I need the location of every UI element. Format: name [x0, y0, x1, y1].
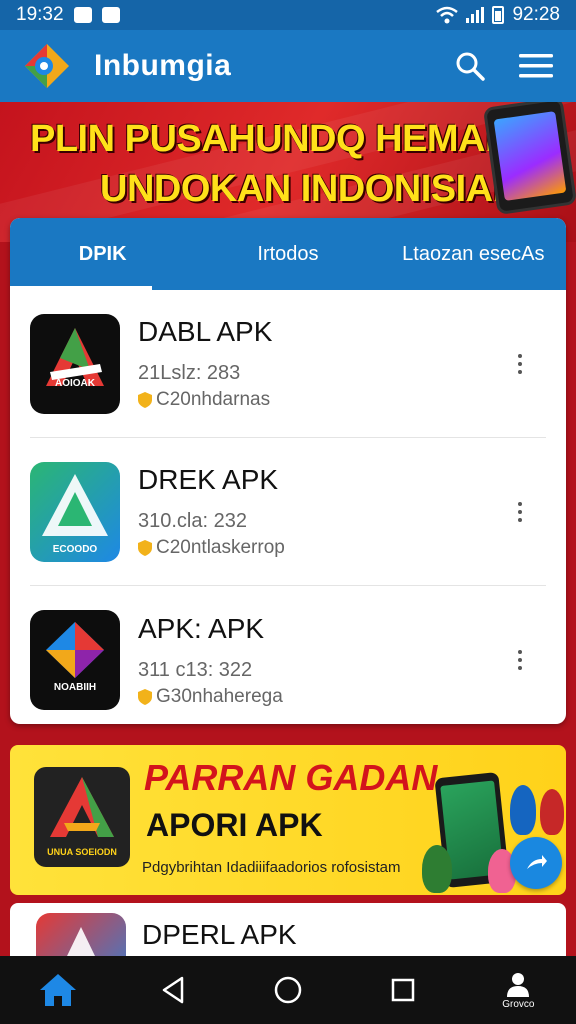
shield-icon	[138, 392, 152, 408]
back-icon	[162, 976, 184, 1004]
promo-icon-text: UNUA SOEIODN	[47, 847, 117, 857]
profile-icon	[507, 972, 530, 997]
app-title: Inbumgia	[94, 49, 232, 82]
nav-home-circle-button[interactable]	[258, 960, 318, 1020]
notification-icon	[73, 7, 92, 23]
more-options-button[interactable]	[508, 344, 532, 384]
partial-list-item[interactable]: DPERL APK	[10, 903, 566, 963]
apk-logo-icon	[46, 622, 104, 678]
home-icon	[39, 974, 76, 1006]
promo-banner[interactable]: UNUA SOEIODN PARRAN GADAN APORI APK Pdgy…	[10, 745, 566, 895]
search-button[interactable]	[452, 48, 488, 84]
list-item[interactable]: NOABIIH APK: APK 311 c13: 322 G30nhahere…	[30, 586, 546, 724]
app-icon-text: NOABIIH	[53, 682, 97, 693]
promo-person-illustration	[510, 785, 536, 835]
menu-icon	[519, 54, 553, 78]
app-name: DABL APK	[138, 316, 273, 347]
more-options-button[interactable]	[508, 492, 532, 532]
app-icon: ECOODO	[30, 461, 120, 562]
shield-icon	[138, 540, 152, 556]
app-logo-icon	[25, 44, 69, 88]
app-developer: C20ntlaskerrop	[156, 537, 285, 558]
promo-subtitle: APORI APK	[146, 807, 323, 843]
app-list-card: DPIK Irtodos Ltaozan esecAs AOIOAK DABL …	[10, 218, 566, 724]
recents-icon	[391, 978, 415, 1002]
app-icon-text: AOIOAK	[55, 377, 95, 389]
tab-dpik[interactable]: DPIK	[10, 218, 195, 290]
nav-profile-button[interactable]: Grovco	[488, 960, 548, 1020]
app-icon-text: ECOODO	[52, 543, 98, 555]
bottom-navigation: Grovco	[0, 956, 576, 1024]
message-icon	[101, 7, 120, 23]
promo-description: Pdgybrihtan Idadiiifaadorios rofosistam	[142, 859, 401, 876]
nav-home-button[interactable]	[28, 960, 88, 1020]
promo-person-illustration	[540, 789, 564, 835]
app-list: AOIOAK DABL APK 21Lslz: 283 C20nhdarnas	[10, 290, 566, 724]
status-bar: 19:32 92:28	[0, 0, 576, 30]
app-meta: 21Lslz: 283	[138, 362, 241, 384]
tab-ltaozan[interactable]: Ltaozan esecAs	[381, 218, 566, 290]
banner-phone-illustration	[482, 102, 576, 216]
status-time-right: 92:28	[512, 4, 560, 25]
app-icon: NOABIIH	[30, 610, 120, 710]
promo-person-illustration	[422, 845, 452, 893]
more-options-button[interactable]	[508, 640, 532, 680]
app-bar: Inbumgia	[0, 30, 576, 102]
tab-bar: DPIK Irtodos Ltaozan esecAs	[10, 218, 566, 290]
search-icon	[456, 52, 485, 81]
banner-headline: PLIN PUSAHUNDQ HEMAN	[30, 118, 512, 160]
app-name: DREK APK	[138, 464, 279, 495]
nav-recents-button[interactable]	[373, 960, 433, 1020]
nav-profile-label: Grovco	[502, 998, 535, 1010]
shield-icon	[138, 688, 152, 705]
menu-button[interactable]	[518, 48, 554, 84]
app-meta: 311 c13: 322	[138, 658, 253, 681]
app-icon: AOIOAK	[30, 313, 120, 414]
list-item[interactable]: AOIOAK DABL APK 21Lslz: 283 C20nhdarnas	[30, 290, 546, 438]
app-name: DPERL APK	[142, 919, 297, 950]
nav-back-button[interactable]	[143, 960, 203, 1020]
share-fab-button[interactable]	[510, 837, 562, 889]
wifi-icon	[436, 6, 459, 24]
status-time-left: 19:32	[16, 4, 64, 25]
tab-irtodos[interactable]: Irtodos	[195, 218, 380, 290]
dabl-logo-icon	[46, 327, 104, 386]
list-item[interactable]: ECOODO DREK APK 310.cla: 232 C20ntlasker…	[30, 438, 546, 586]
app-developer: G30nhaherega	[156, 685, 283, 707]
battery-icon	[492, 6, 505, 24]
promo-app-icon: UNUA SOEIODN	[34, 767, 130, 867]
app-name: APK: APK	[138, 612, 265, 644]
share-icon	[527, 855, 547, 869]
promo-title: PARRAN GADAN	[144, 757, 438, 798]
circle-home-icon	[274, 976, 302, 1004]
signal-icon	[466, 7, 485, 23]
banner-subheadline: UNDOKAN INDONISIAI	[100, 168, 503, 210]
app-developer: C20nhdarnas	[156, 389, 271, 410]
app-meta: 310.cla: 232	[138, 510, 247, 532]
